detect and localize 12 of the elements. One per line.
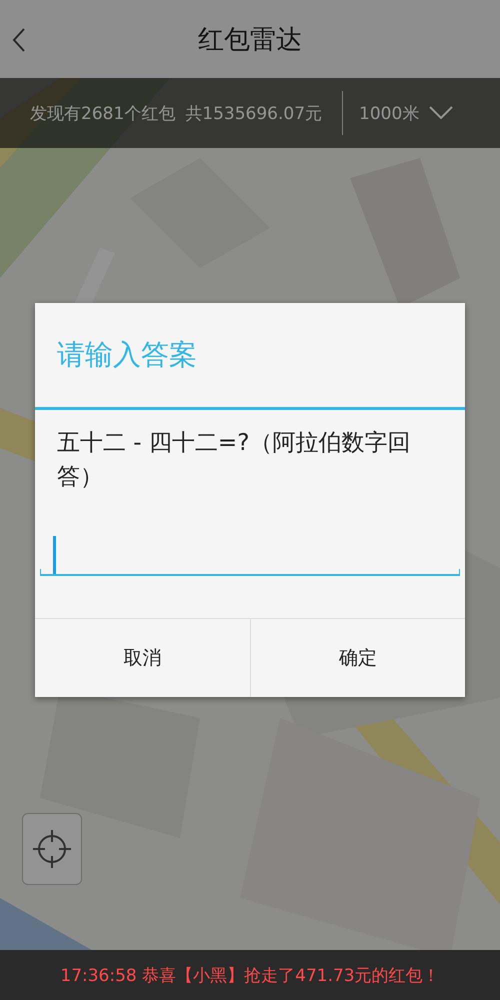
chevron-down-icon: [429, 106, 454, 120]
distance-dropdown[interactable]: 1000米: [353, 102, 460, 124]
dialog-title: 请输入答案: [56, 337, 198, 373]
question-text: 五十二 - 四十二=?（阿拉伯数字回答）: [56, 429, 412, 492]
back-icon[interactable]: [12, 27, 26, 53]
dialog-button[interactable]: 确定: [250, 619, 465, 697]
ticker-message: 17:36:58 恭喜【小黑】抢走了471.73元的红包！: [60, 964, 440, 986]
dialog-button[interactable]: 取消: [35, 619, 250, 697]
redpacket-count: 发现有2681个红包: [30, 102, 176, 124]
redpacket-total: 共1535696.07元: [185, 102, 322, 124]
page-title: 红包雷达: [198, 24, 302, 56]
locate-button[interactable]: [22, 813, 82, 885]
